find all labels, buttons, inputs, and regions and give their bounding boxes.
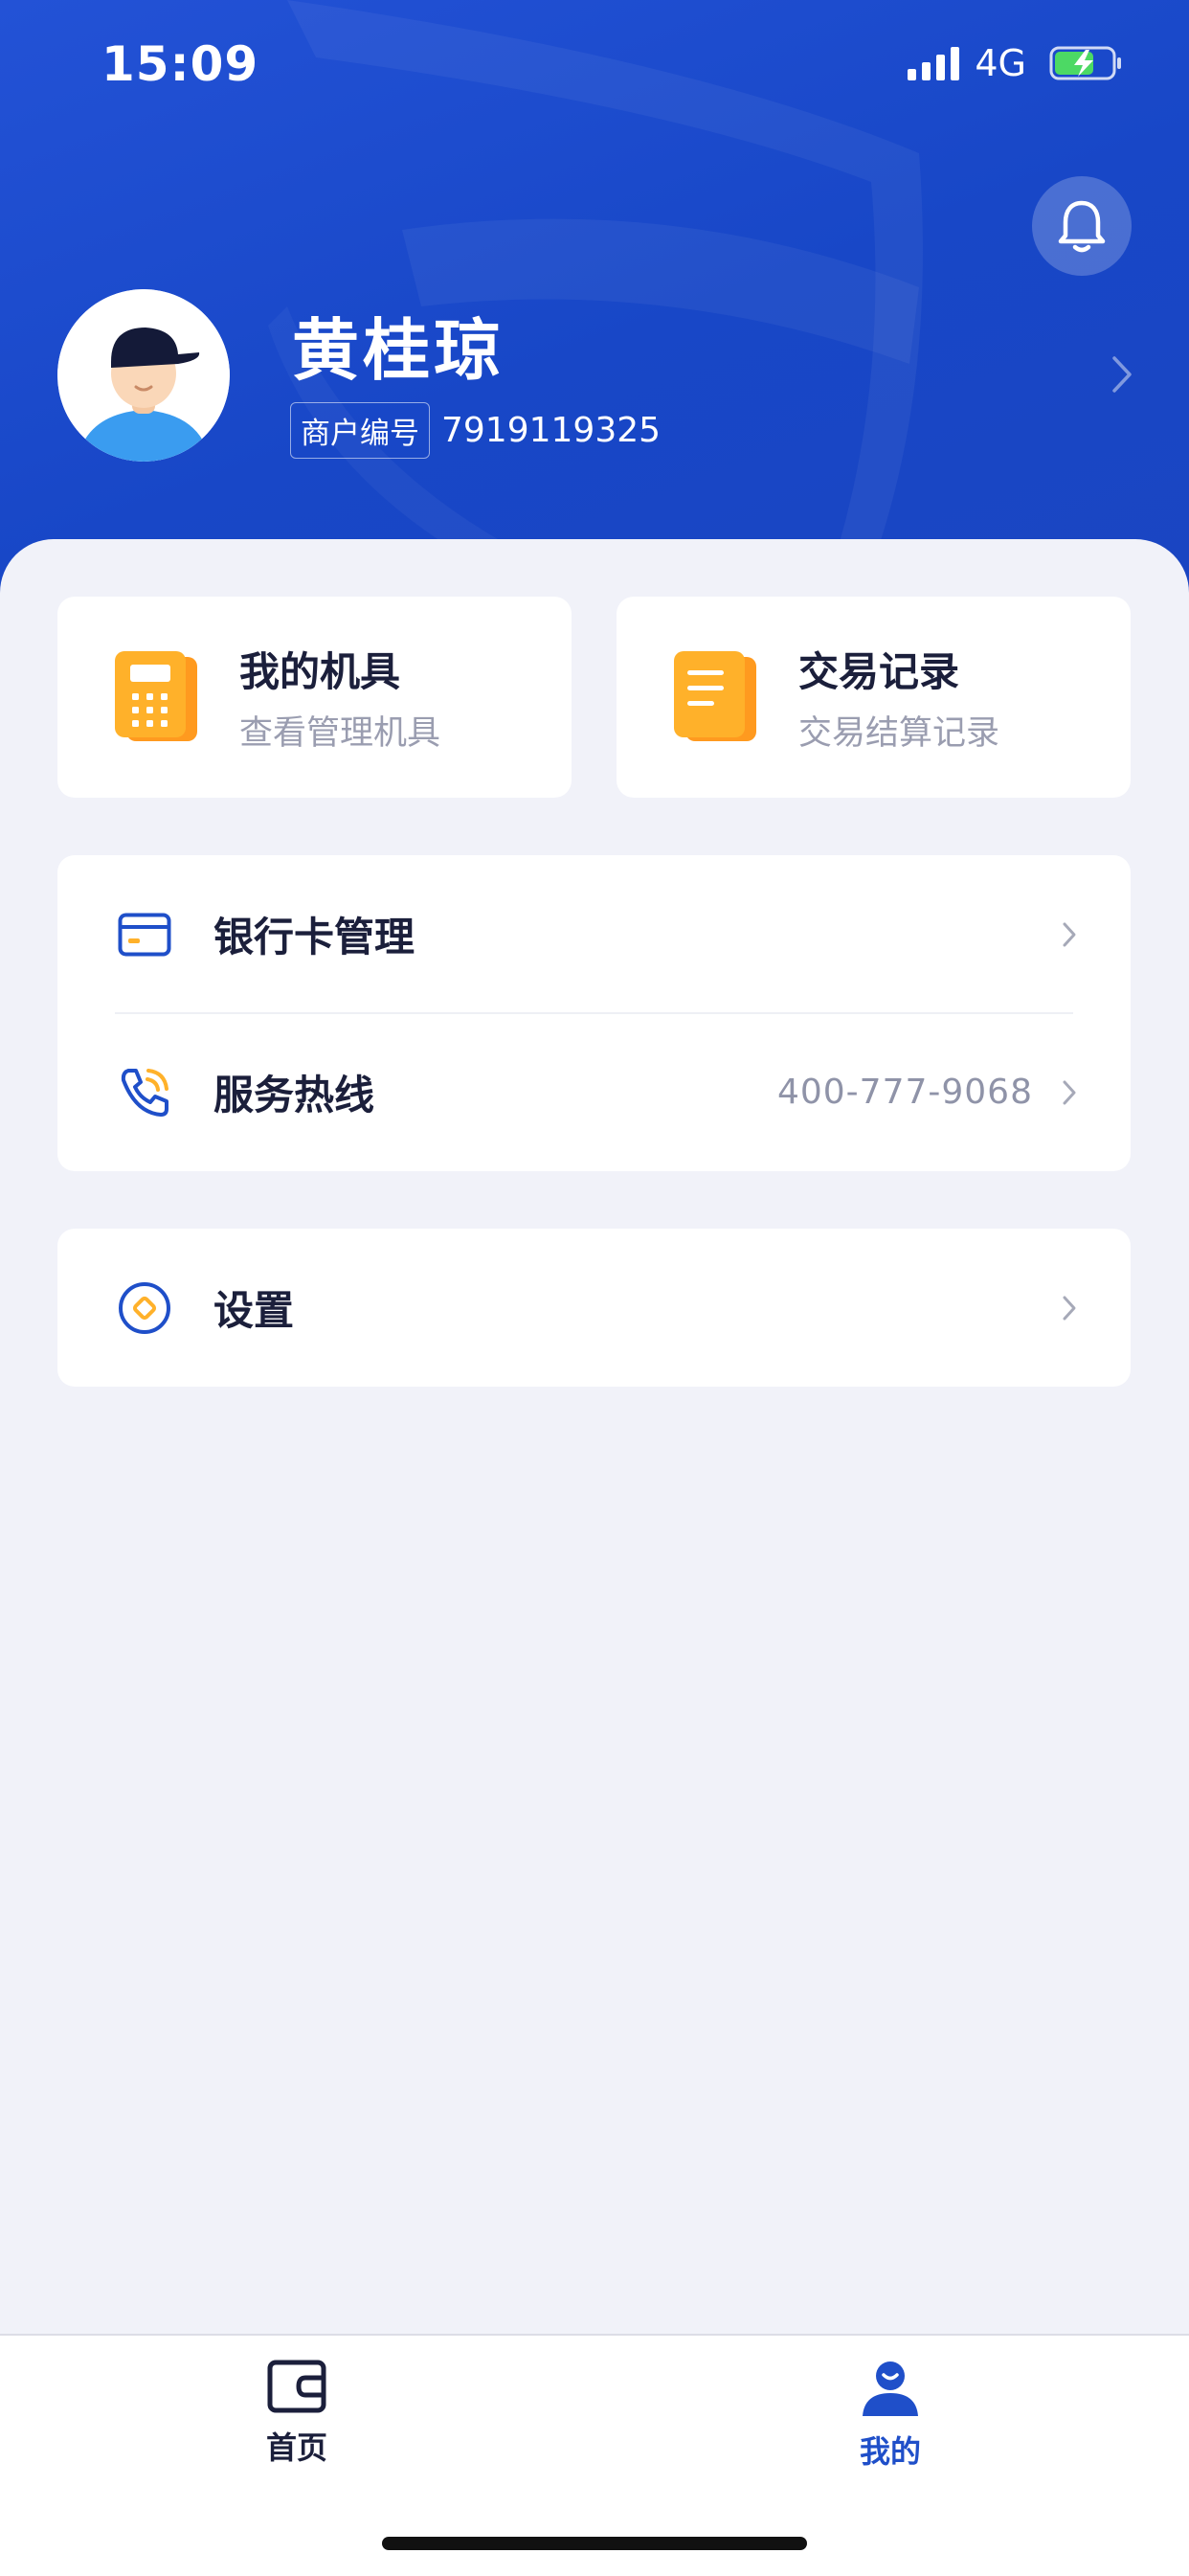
my-devices-title: 我的机具 [239,648,401,695]
transaction-records-subtitle: 交易结算记录 [798,714,1000,753]
settings-icon [119,1281,170,1334]
bank-card-row[interactable]: 银行卡管理 [57,855,1131,1014]
status-time: 15:09 [101,36,259,92]
home-indicator [382,2537,807,2550]
settings-row[interactable]: 设置 [57,1229,1131,1387]
transaction-records-card[interactable]: 交易记录 交易结算记录 [617,597,1131,798]
tab-mine-label: 我的 [859,2433,921,2470]
settings-icon-wrap [113,1277,176,1340]
chevron-right-icon [1063,1296,1076,1320]
person-icon [863,2361,918,2416]
settings-label: 设置 [213,1287,295,1334]
my-devices-card[interactable]: 我的机具 查看管理机具 [57,597,572,798]
main-content: 我的机具 查看管理机具 交易记录 交易结算记录 银行卡管理 服务热线 400-7… [0,539,1189,2334]
merchant-label: 商户编号 [290,402,430,459]
bell-icon [1058,200,1106,253]
status-indicators: 4G [908,42,1124,84]
phone-hotline-icon [121,1068,168,1117]
settings-card: 设置 [57,1229,1131,1387]
avatar[interactable] [57,289,230,462]
transaction-records-title: 交易记录 [798,648,960,695]
wallet-icon [267,2360,326,2413]
network-type: 4G [975,42,1026,84]
hotline-icon-wrap [113,1061,176,1124]
merchant-id-row: 商户编号 7919119325 [290,402,661,459]
signal-icon [908,46,960,80]
merchant-id: 7919119325 [441,411,662,450]
hotline-label: 服务热线 [213,1072,375,1119]
my-devices-text: 我的机具 查看管理机具 [239,640,440,755]
profile-chevron-icon[interactable] [1110,354,1133,395]
user-avatar-icon [57,289,230,462]
tab-mine[interactable]: 我的 [795,2359,986,2472]
tab-home[interactable]: 首页 [201,2359,393,2468]
pos-terminal-icon [115,651,197,741]
bank-card-icon [118,913,171,956]
user-name: 黄桂琼 [292,311,505,390]
status-bar: 15:09 4G [0,0,1189,134]
chevron-right-icon [1063,922,1076,946]
battery-charging-icon [1049,46,1121,80]
notification-button[interactable] [1032,176,1132,276]
chevron-right-icon [1063,1080,1076,1104]
bank-card-icon-wrap [113,903,176,966]
transaction-records-text: 交易记录 交易结算记录 [798,640,999,755]
profile-header: 15:09 4G 黄桂琼 商户编号 7919119325 [0,0,1189,594]
hotline-row[interactable]: 服务热线 400-777-9068 [57,1013,1131,1171]
hotline-number: 400-777-9068 [776,1073,1033,1112]
my-devices-subtitle: 查看管理机具 [239,714,441,753]
bank-card-label: 银行卡管理 [213,914,415,960]
account-menu-card: 银行卡管理 服务热线 400-777-9068 [57,855,1131,1171]
document-icon [674,651,756,741]
tab-home-label: 首页 [265,2429,327,2466]
